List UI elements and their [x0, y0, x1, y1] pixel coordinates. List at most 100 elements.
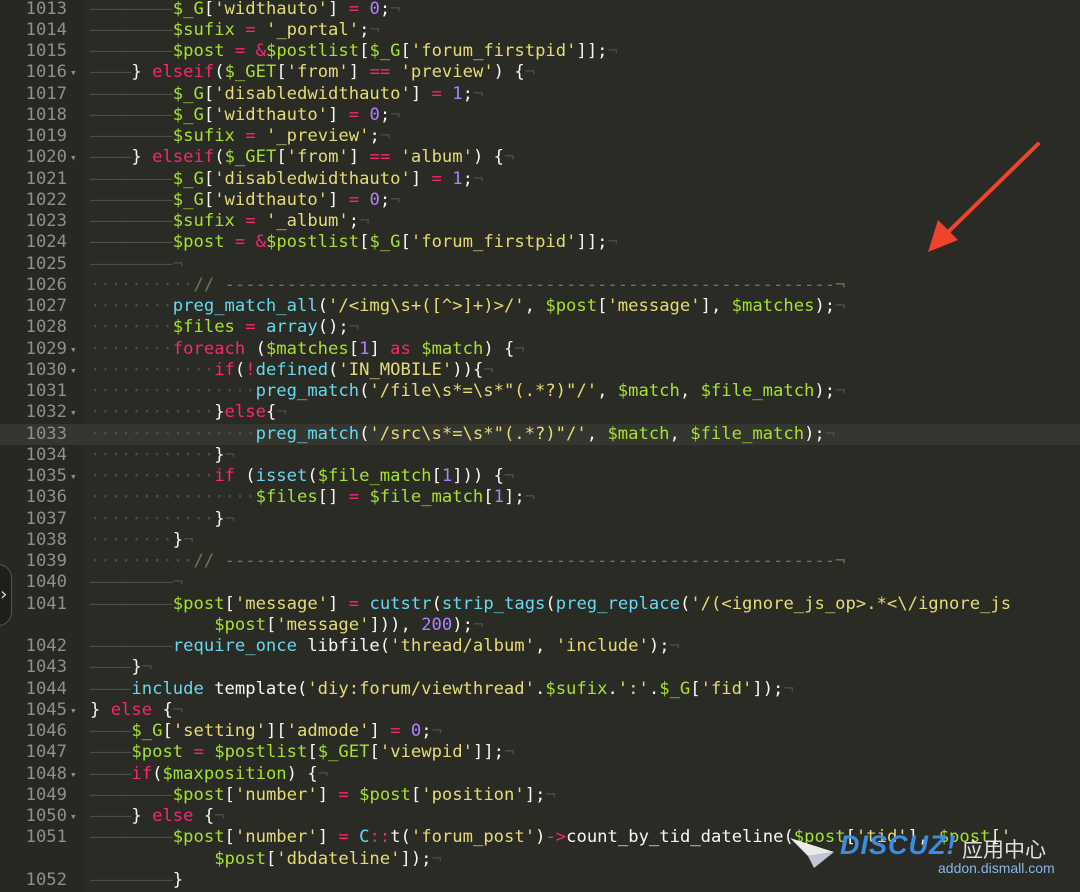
code-token: 0 — [369, 104, 380, 125]
code-token: '/<img\s+([^>]+)>/' — [328, 296, 525, 316]
code-token: $_G — [131, 721, 163, 741]
code-line[interactable]: 1041 ————————$post['message'] = cutstr(st… — [0, 594, 1080, 615]
code-line[interactable]: 1025 ————————¬ — [0, 254, 1080, 275]
code-line[interactable]: 1048 ▾ ————if($maxposition) {¬ — [0, 764, 1080, 785]
fold-arrow-icon[interactable]: ▾ — [70, 360, 77, 381]
line-number: 1027 — [25, 296, 67, 316]
code-text: ··········// ---------------------------… — [90, 551, 845, 572]
code-token: ( — [359, 381, 370, 401]
code-line[interactable]: 1018 ————————$_G['widthauto'] = 0;¬ — [0, 105, 1080, 126]
fold-arrow-icon[interactable]: ▾ — [70, 700, 77, 721]
fold-arrow-icon[interactable]: ▾ — [70, 806, 77, 827]
code-line[interactable]: 1024 ————————$post = &$postlist[$_G['foru… — [0, 232, 1080, 253]
code-line[interactable]: 1050 ▾ ————} else {¬ — [0, 806, 1080, 827]
fold-arrow-icon[interactable]: ▾ — [70, 466, 77, 487]
code-token: [ — [359, 41, 370, 61]
code-token: = — [234, 41, 246, 61]
code-token: ] — [410, 83, 432, 104]
code-text: ————————¬ — [90, 254, 183, 275]
code-line[interactable]: 1026 ··········// -----------------------… — [0, 275, 1080, 296]
code-token: ); — [804, 423, 825, 444]
code-line[interactable]: 1035 ▾ ············if (isset($file_match[1… — [0, 466, 1080, 487]
code-line[interactable]: 1019 ————————$sufix = '_preview';¬ — [0, 126, 1080, 147]
code-line[interactable]: 1016 ▾ ————} elseif($_GET['from'] == 'prev… — [0, 62, 1080, 83]
code-token: 'from' — [286, 62, 349, 83]
code-line[interactable]: 1047 ————$post = $postlist[$_GET['viewpid… — [0, 742, 1080, 763]
code-token: ( — [234, 359, 246, 380]
code-line[interactable]: 1029 ▾ ········foreach ($matches[1] as $ma… — [0, 339, 1080, 360]
code-line[interactable]: 1042 ————————require_once libfile('thread… — [0, 636, 1080, 657]
code-line[interactable]: 1037 ············}¬ — [0, 509, 1080, 530]
code-token: ], — [700, 296, 732, 316]
code-token: 1 — [452, 168, 463, 189]
code-text: } else {¬ — [90, 700, 183, 721]
code-line[interactable]: 1027 ········preg_match_all('/<img\s+([^>… — [0, 296, 1080, 317]
code-line[interactable]: 1040 ————————¬ — [0, 572, 1080, 593]
code-line[interactable]: 1017 ————————$_G['disabledwidthauto'] = 1… — [0, 84, 1080, 105]
code-token: ¬ — [359, 211, 370, 231]
code-line[interactable]: 1021 ————————$_G['disabledwidthauto'] = 1… — [0, 169, 1080, 190]
watermark: DISCUZ! 应用中心 addon.dismall.com — [788, 826, 1078, 888]
code-line[interactable]: 1045 ▾} else {¬ — [0, 700, 1080, 721]
code-line[interactable]: 1030 ▾ ············if(!defined('IN_MOBILE'… — [0, 360, 1080, 381]
fold-arrow-icon[interactable]: ▾ — [70, 764, 77, 785]
code-line[interactable]: 1014 ————————$sufix = '_portal';¬ — [0, 20, 1080, 41]
line-number: 1017 — [25, 83, 67, 104]
code-line[interactable]: 1013 ————————$_G['widthauto'] = 0;¬ — [0, 0, 1080, 20]
code-line[interactable]: 1043 ————}¬ — [0, 657, 1080, 678]
code-token: = — [348, 189, 360, 210]
code-text: ————$post = $postlist[$_GET['viewpid']];… — [90, 742, 514, 763]
code-token: ¬ — [835, 381, 846, 401]
code-line[interactable]: 1023 ————————$sufix = '_album';¬ — [0, 211, 1080, 232]
code-line[interactable]: 1032 ▾ ············}else{¬ — [0, 402, 1080, 423]
fold-arrow-icon[interactable]: ▾ — [70, 62, 77, 83]
code-token: 'from' — [286, 147, 349, 168]
code-token: ———————— — [90, 104, 173, 125]
code-line[interactable]: 1022 ————————$_G['widthauto'] = 0;¬ — [0, 190, 1080, 211]
code-token: $files — [172, 317, 235, 338]
code-token: $_G — [172, 0, 204, 19]
code-token: 'viewpid' — [379, 742, 473, 763]
code-line[interactable]: 1028 ········$files = array();¬ — [0, 317, 1080, 338]
code-token: [ — [400, 41, 411, 61]
line-number: 1032 — [25, 402, 67, 423]
code-token: 'album' — [400, 147, 473, 168]
code-token: $post — [172, 593, 225, 614]
code-token: $post — [172, 232, 225, 253]
code-token: = — [390, 721, 401, 741]
code-token: } — [131, 62, 153, 83]
code-line[interactable]: 1015 ————————$post = &$postlist[$_G['foru… — [0, 41, 1080, 62]
code-line[interactable]: 1031 ················preg_match('/file\s*… — [0, 381, 1080, 402]
code-token: ] — [328, 0, 349, 19]
code-token: [ — [276, 147, 287, 168]
code-token: [ — [400, 232, 411, 253]
code-token: 'number' — [234, 784, 318, 805]
code-line[interactable]: $post['message'])), 200);¬ — [0, 615, 1080, 636]
code-line[interactable]: 1049 ————————$post['number'] = $post['pos… — [0, 785, 1080, 806]
fold-arrow-icon[interactable]: ▾ — [70, 339, 77, 360]
code-token: $_G — [172, 83, 204, 104]
code-line[interactable]: 1039 ··········// -----------------------… — [0, 551, 1080, 572]
code-token: ( — [245, 338, 266, 359]
code-line[interactable]: 1046 ————$_G['setting']['admode'] = 0;¬ — [0, 721, 1080, 742]
code-text: ————————$post['message'] = cutstr(strip_… — [90, 594, 1011, 615]
fold-arrow-icon[interactable]: ▾ — [70, 147, 77, 168]
code-line[interactable]: 1020 ▾ ————} elseif($_GET['from'] == 'albu… — [0, 147, 1080, 168]
code-line[interactable]: 1033 ················preg_match('/src\s*=… — [0, 423, 1080, 445]
code-token: 'fid' — [700, 678, 753, 699]
code-token: ) { — [493, 62, 525, 83]
code-token: ¬ — [514, 338, 525, 359]
fold-arrow-icon[interactable]: ▾ — [70, 402, 77, 423]
code-token: ———————— — [90, 211, 173, 231]
code-line[interactable]: 1044 ————include template('diy:forum/view… — [0, 679, 1080, 700]
code-token: [ — [348, 338, 360, 359]
code-token: , — [586, 423, 608, 444]
code-line[interactable]: 1036 ················$files[] = $file_mat… — [0, 487, 1080, 508]
code-token: $postlist — [265, 41, 360, 61]
code-line[interactable]: 1038 ········}¬ — [0, 530, 1080, 551]
line-number: 1030 — [25, 359, 67, 380]
code-token: 'disabledwidthauto' — [214, 83, 411, 104]
code-line[interactable]: 1034 ············}¬ — [0, 445, 1080, 466]
side-panel-toggle[interactable]: › — [0, 564, 12, 626]
